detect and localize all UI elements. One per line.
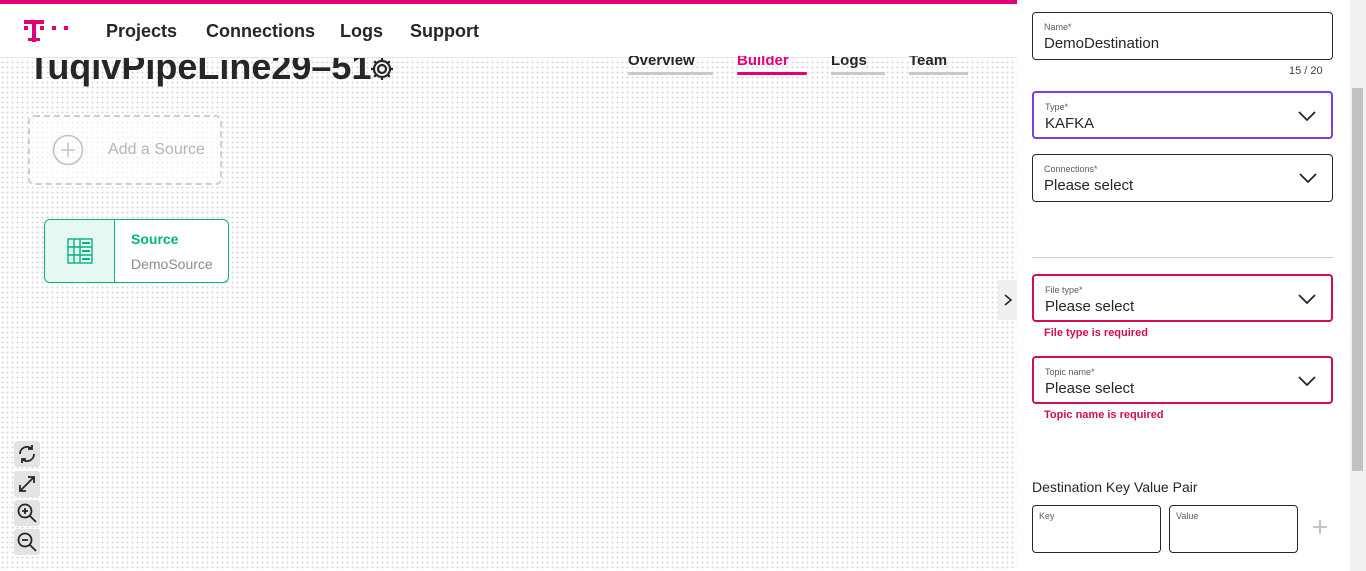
tab-underline: [909, 72, 968, 75]
form-divider: [1032, 257, 1333, 258]
connections-select-value: Please select: [1044, 177, 1134, 194]
fit-view-icon: [19, 476, 35, 492]
connections-select[interactable]: Connections* Please select: [1032, 154, 1333, 202]
zoom-out-icon: [17, 532, 37, 552]
tab-underline: [628, 72, 713, 75]
source-node-icon-box: [45, 220, 115, 282]
topic-name-select[interactable]: Topic name* Please select: [1032, 356, 1333, 404]
name-field-value: DemoDestination: [1044, 35, 1160, 52]
chevron-down-icon: [1299, 173, 1317, 184]
chevron-right-icon: [1003, 294, 1012, 306]
file-type-select[interactable]: File type* Please select: [1032, 274, 1333, 322]
add-source-label: Add a Source: [108, 141, 205, 158]
nav-support[interactable]: Support: [410, 21, 479, 42]
zoom-in-icon: [17, 503, 37, 523]
refresh-icon: [19, 445, 35, 463]
fit-view-button[interactable]: [14, 471, 40, 497]
zoom-in-button[interactable]: [14, 500, 40, 526]
kv-value-input[interactable]: Value: [1169, 505, 1298, 553]
server-rack-icon: [66, 238, 93, 264]
zoom-out-button[interactable]: [14, 529, 40, 555]
topic-name-error: Topic name is required: [1044, 409, 1164, 421]
chevron-down-icon: [1298, 376, 1316, 387]
nav-connections[interactable]: Connections: [206, 21, 315, 42]
file-type-select-label: File type*: [1045, 285, 1083, 295]
add-source-button[interactable]: Add a Source: [28, 115, 222, 185]
nav-projects[interactable]: Projects: [106, 21, 177, 42]
name-field[interactable]: Name* DemoDestination: [1032, 12, 1333, 60]
topic-name-select-value: Please select: [1045, 380, 1135, 397]
tab-underline-active: [737, 72, 807, 75]
type-select-value: KAFKA: [1045, 115, 1095, 132]
plus-circle-icon: [52, 134, 84, 166]
source-node-name: DemoSource: [131, 256, 213, 272]
name-char-counter: 15 / 20: [1289, 65, 1323, 77]
collapse-panel-button[interactable]: [998, 280, 1017, 320]
panel-scrollbar-thumb[interactable]: [1352, 88, 1363, 471]
type-select[interactable]: Type* KAFKA: [1032, 91, 1333, 139]
file-type-select-value: Please select: [1045, 298, 1135, 315]
chevron-down-icon: [1298, 111, 1316, 122]
tab-underline: [831, 72, 885, 75]
chevron-down-icon: [1298, 294, 1316, 305]
source-node-type: Source: [131, 231, 179, 247]
name-field-label: Name*: [1044, 22, 1072, 32]
topic-name-select-label: Topic name*: [1045, 367, 1095, 377]
telekom-logo-icon[interactable]: [22, 16, 82, 46]
kv-section-title: Destination Key Value Pair: [1032, 479, 1198, 495]
kv-key-input[interactable]: Key: [1032, 505, 1161, 553]
nav-logs[interactable]: Logs: [340, 21, 383, 42]
settings-gear-icon[interactable]: [368, 55, 396, 83]
add-kv-pair-icon[interactable]: [1311, 518, 1329, 536]
refresh-button[interactable]: [14, 441, 40, 467]
type-select-label: Type*: [1045, 102, 1069, 112]
connections-select-label: Connections*: [1044, 164, 1098, 174]
kv-value-label: Value: [1176, 511, 1199, 521]
kv-key-label: Key: [1039, 511, 1055, 521]
file-type-error: File type is required: [1044, 327, 1148, 339]
source-node[interactable]: Source DemoSource: [44, 219, 229, 283]
top-navigation: Projects Connections Logs Support: [0, 4, 1017, 58]
